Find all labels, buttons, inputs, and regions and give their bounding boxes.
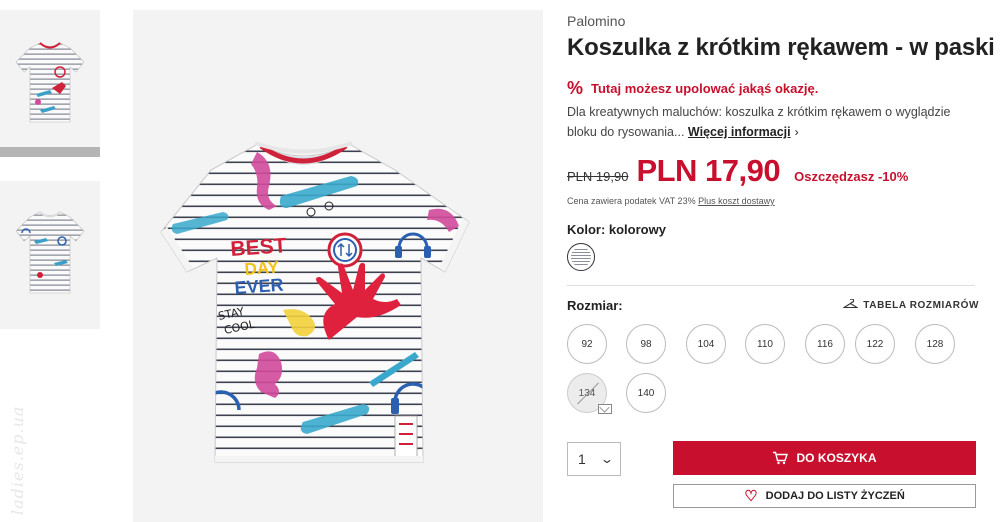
- tshirt-illustration: BEST DAY EVER STAY COOL: [160, 141, 470, 463]
- old-price: PLN 19,90: [567, 169, 629, 184]
- size-option-98[interactable]: 98: [626, 324, 666, 364]
- size-value: 122: [866, 338, 884, 350]
- add-to-wishlist-button[interactable]: ♡ DODAJ DO LISTY ŻYCZEŃ: [673, 484, 976, 508]
- quantity-select[interactable]: 1 ⌄: [567, 442, 621, 476]
- main-product-image[interactable]: BEST DAY EVER STAY COOL: [133, 10, 543, 522]
- size-value: 92: [581, 338, 593, 350]
- more-info-link[interactable]: Więcej informacji: [688, 125, 791, 139]
- color-label: Kolor: kolorowy: [567, 222, 666, 237]
- striped-swatch-icon: [571, 247, 591, 267]
- size-table-link[interactable]: TABELA ROZMIARÓW: [842, 298, 979, 312]
- hanger-icon: [842, 298, 860, 312]
- product-title: Koszulka z krótkim rękawem - w paski: [567, 34, 995, 61]
- divider: [567, 285, 975, 286]
- deal-text: Tutaj możesz upolować jakąś okazję.: [591, 81, 819, 96]
- watermark-text: ladies.ep.ua: [8, 405, 27, 515]
- vat-note: Cena zawiera podatek VAT 23% Plus koszt …: [567, 196, 775, 206]
- tshirt-thumbnail-image-2: [15, 211, 85, 294]
- wishlist-label: DODAJ DO LISTY ŻYCZEŃ: [765, 490, 905, 502]
- chevron-right-icon[interactable]: ›: [795, 125, 799, 139]
- size-value: 104: [697, 338, 715, 350]
- size-option-92[interactable]: 92: [567, 324, 607, 364]
- size-value: 140: [637, 387, 655, 399]
- thumbnail-2[interactable]: [0, 181, 100, 329]
- brand-name[interactable]: Palomino: [567, 13, 625, 29]
- size-table-label: TABELA ROZMIARÓW: [863, 300, 979, 311]
- size-value: 110: [757, 338, 773, 350]
- size-value: 98: [640, 338, 652, 350]
- heart-icon: ♡: [744, 487, 758, 505]
- cart-icon: [772, 451, 789, 465]
- current-price: PLN 17,90: [636, 153, 781, 188]
- size-value: 128: [926, 338, 944, 350]
- size-label: Rozmiar:: [567, 298, 623, 313]
- size-option-140[interactable]: 140: [626, 373, 666, 413]
- thumbnail-1[interactable]: [0, 10, 100, 147]
- print-text-ever: EVER: [234, 275, 284, 298]
- envelope-icon[interactable]: [598, 404, 612, 414]
- size-option-122[interactable]: 122: [855, 324, 895, 364]
- print-text-best: BEST: [230, 234, 288, 261]
- size-option-134-unavailable[interactable]: 134: [567, 373, 612, 414]
- size-option-116[interactable]: 116: [805, 324, 845, 364]
- size-option-110[interactable]: 110: [745, 324, 785, 364]
- product-description: Dla kreatywnych maluchów: koszulka z kró…: [567, 102, 975, 142]
- add-to-cart-button[interactable]: DO KOSZYKA: [673, 441, 976, 475]
- quantity-value: 1: [578, 451, 586, 467]
- tshirt-thumbnail-image-1: [15, 42, 85, 123]
- thumbnail-active-indicator: [0, 147, 100, 157]
- shipping-cost-link[interactable]: Plus koszt dostawy: [698, 196, 775, 206]
- savings-badge: Oszczędzasz -10%: [794, 169, 909, 184]
- size-option-128[interactable]: 128: [915, 324, 955, 364]
- price-row: PLN 19,90 PLN 17,90 Oszczędzasz -10%: [567, 153, 987, 189]
- color-swatch-selected[interactable]: [567, 243, 595, 271]
- size-option-104[interactable]: 104: [686, 324, 726, 364]
- add-to-cart-label: DO KOSZYKA: [796, 451, 877, 465]
- vat-text: Cena zawiera podatek VAT 23%: [567, 196, 696, 206]
- percent-icon: %: [567, 78, 584, 98]
- size-value: 116: [817, 338, 833, 350]
- chevron-down-icon: ⌄: [599, 452, 615, 466]
- deal-notice: % Tutaj możesz upolować jakąś okazję.: [567, 78, 818, 99]
